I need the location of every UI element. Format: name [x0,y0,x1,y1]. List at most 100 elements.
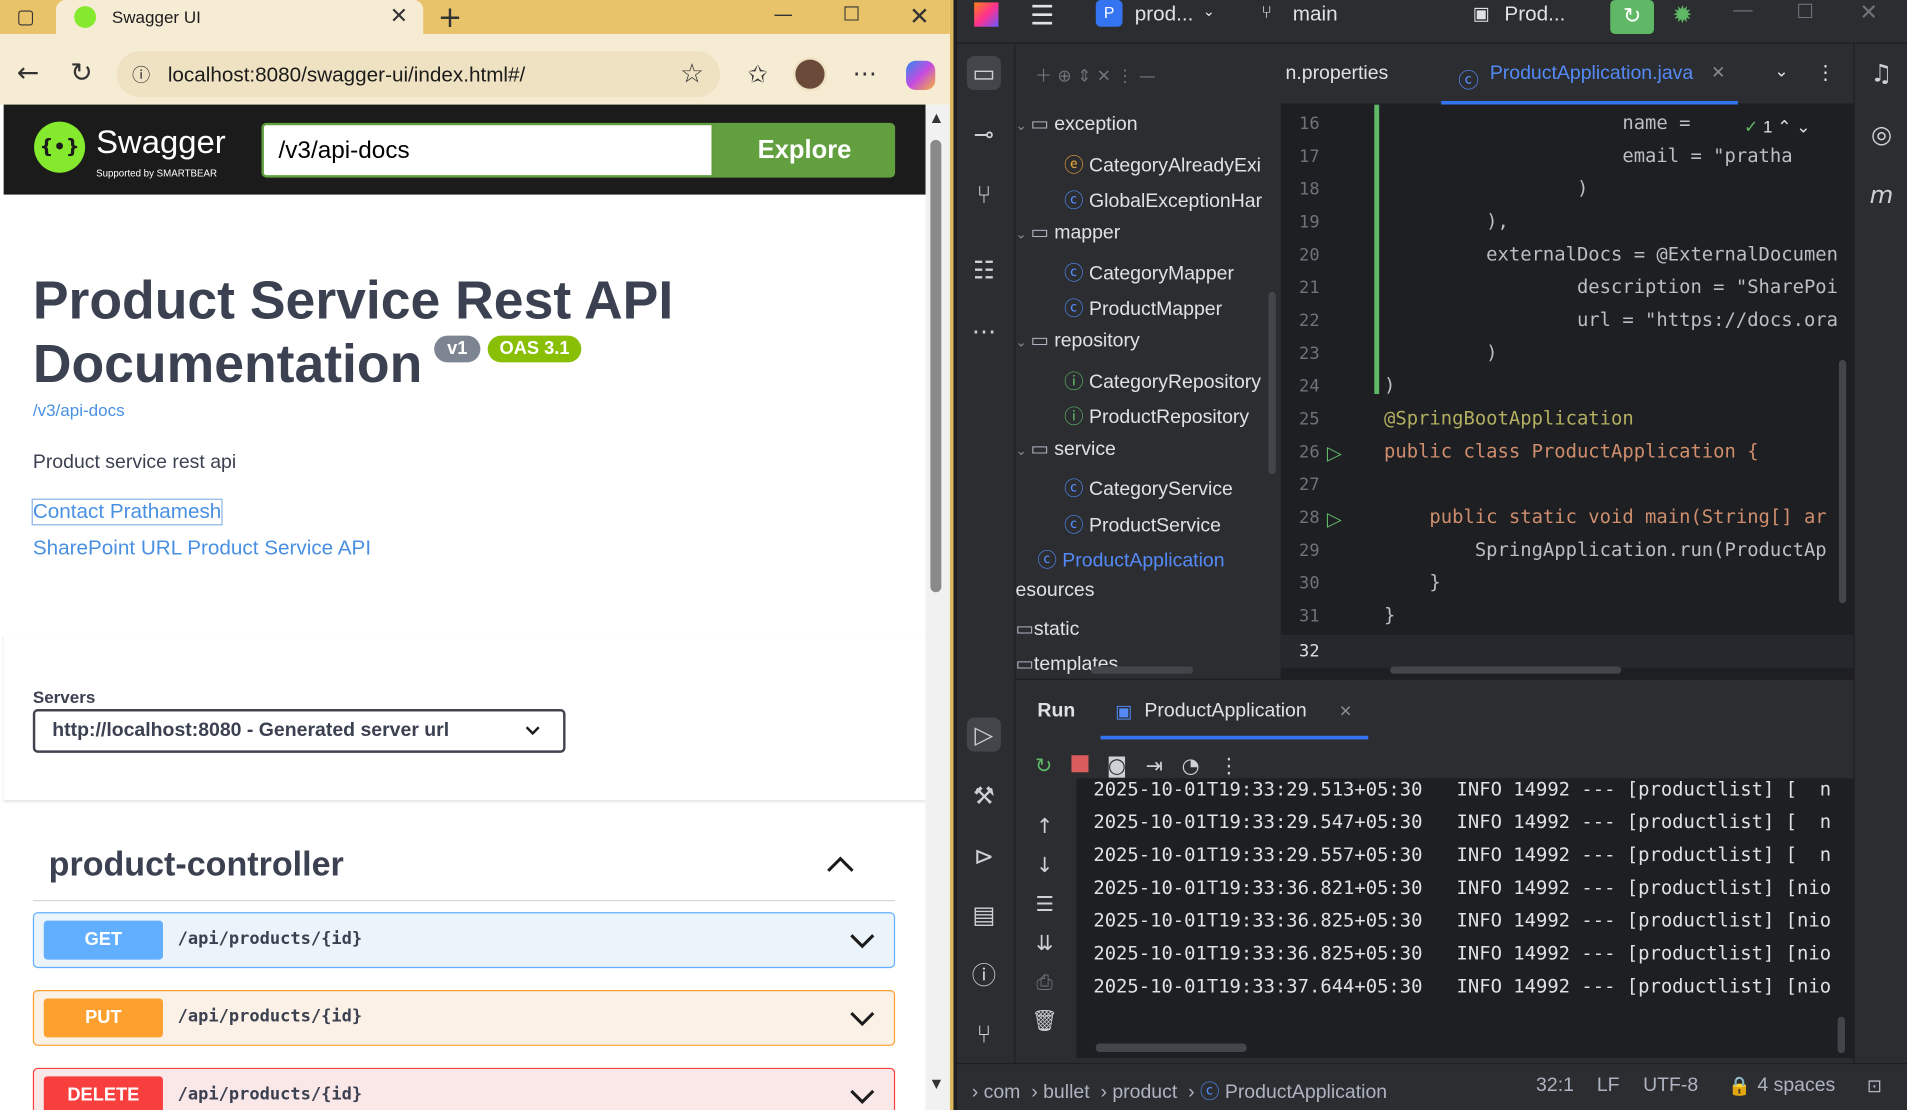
commit-icon[interactable]: ⊸ [967,117,1001,151]
scroll-up-icon[interactable]: ↑ [1030,808,1059,847]
project-folder-icon[interactable]: ▭ [966,55,1001,90]
maven-icon[interactable]: m [1864,178,1898,212]
operation-get[interactable]: GET /api/products/{id} [32,912,896,969]
breadcrumb-item[interactable]: product [1112,1082,1177,1103]
tree-item-productrepository[interactable]: ⓘ ProductRepository [1064,400,1249,429]
scroll-down-icon[interactable]: ↓ [1030,846,1059,885]
controller-title[interactable]: product-controller [49,845,344,884]
close-window-icon[interactable]: ✕ [905,1,934,30]
ide-close-icon[interactable]: ✕ [1860,0,1878,26]
inspection-widget[interactable]: ✓ 1 ⌃ ⌄ [1744,117,1810,138]
scroll-up-icon[interactable]: ▲ [927,112,946,129]
api-docs-link[interactable]: /v3/api-docs [33,400,125,419]
favorite-star-icon[interactable]: ☆ [676,60,708,92]
pull-request-icon[interactable]: ⑂ [967,178,1001,212]
rerun-button[interactable]: ↻ [1610,0,1655,35]
services-icon[interactable]: ⊳ [967,839,1001,873]
tree-item-productmapper[interactable]: ⓒ ProductMapper [1064,292,1222,321]
tree-item-globalexceptionhandler[interactable]: ⓒ GlobalExceptionHar [1064,184,1262,213]
terminal-icon[interactable]: ▤ [967,898,1001,932]
tree-folder-exception[interactable]: ⌄ ▭ exception [1016,112,1138,136]
stop-icon[interactable] [1071,755,1089,773]
project-name[interactable]: prod... [1135,2,1194,26]
debug-icon[interactable]: ✹ [1672,0,1692,29]
trash-icon[interactable]: 🗑 [1030,1002,1059,1041]
scroll-to-end-icon[interactable]: ⇊ [1030,924,1059,963]
tree-folder-repository[interactable]: ⌄ ▭ repository [1016,328,1140,352]
ide-minimize-icon[interactable]: — [1733,0,1752,22]
notifications-bell-icon[interactable]: ♫ [1864,56,1898,90]
tree-scrollbar[interactable] [1268,291,1276,475]
scroll-down-icon[interactable]: ▼ [927,1078,946,1095]
breadcrumb-item[interactable]: bullet [1043,1082,1090,1103]
tree-item-categorymapper[interactable]: ⓒ CategoryMapper [1064,257,1234,286]
branch-name[interactable]: main [1293,2,1338,26]
maximize-icon[interactable]: ☐ [837,2,866,29]
console-vscrollbar[interactable] [1837,1016,1845,1054]
cursor-position[interactable]: 32:1 [1536,1075,1574,1097]
profile-avatar[interactable] [792,57,828,92]
tree-folder-resources[interactable]: esources [1016,580,1095,602]
close-tab-icon[interactable]: ✕ [387,4,411,31]
tree-item-categoryservice[interactable]: ⓒ CategoryService [1064,472,1233,501]
tree-folder-service[interactable]: ⌄ ▭ service [1016,437,1116,461]
editor-tab-active[interactable]: ⓒ ProductApplication.java ✕ [1441,49,1738,105]
camera-icon[interactable]: ◙ [1107,754,1127,778]
chevron-down-icon[interactable]: ⌄ [1203,2,1215,19]
refresh-icon[interactable]: ↻ [66,58,98,90]
chevron-up-icon[interactable] [822,849,858,878]
code-editor[interactable]: 16 17 18 19 20 21 22 23 24 25 26 27 28 29 30 31 32 name … [1280,104,1854,679]
external-docs-link[interactable]: SharePoint URL Product Service API [33,536,371,560]
tree-item-productservice[interactable]: ⓒ ProductService [1064,508,1221,537]
problems-icon[interactable]: ⓘ [967,958,1001,992]
console-hscrollbar[interactable] [1095,1043,1247,1053]
readonly-toggle-icon[interactable]: ⊡ [1867,1075,1882,1097]
editor-vscrollbar[interactable] [1838,359,1847,604]
ide-maximize-icon[interactable]: ☐ [1796,0,1813,24]
close-tab-icon[interactable]: ✕ [1711,63,1725,82]
minimize-icon[interactable]: — [769,2,798,29]
tree-item-productapplication[interactable]: ⓒ ProductApplication [1037,544,1224,573]
operation-delete[interactable]: DELETE /api/products/{id} [32,1067,896,1110]
run-more-icon[interactable]: ⋮ [1218,754,1239,778]
editor-tab-properties[interactable]: n.properties [1286,63,1389,85]
back-arrow-icon[interactable]: ← [12,58,44,90]
tabs-more-icon[interactable]: ⋮ [1816,61,1835,85]
rerun-icon[interactable]: ↻ [1035,754,1052,778]
ai-assistant-icon[interactable]: ◎ [1864,117,1898,151]
tree-item-categoryalreadyexists[interactable]: ⓔ CategoryAlreadyExi [1064,148,1261,177]
contact-link[interactable]: Contact Prathamesh [31,498,223,526]
operation-put[interactable]: PUT /api/products/{id} [32,989,896,1046]
copilot-icon[interactable] [906,60,936,90]
console-output[interactable]: 2025-10-01T19:33:29.513+05:30 INFO 14992… [1076,778,1854,1059]
build-hammer-icon[interactable]: ⚒ [967,778,1001,812]
scrollbar-thumb[interactable] [930,139,942,593]
tree-hscrollbar[interactable] [1090,666,1194,674]
more-options-icon[interactable]: ⋯ [849,58,881,90]
tree-folder-static[interactable]: ▭static [1016,617,1080,641]
structure-icon[interactable]: ☷ [967,253,1001,287]
api-url-input[interactable]: /v3/api-docs [261,122,714,178]
soft-wrap-icon[interactable]: ☰ [1030,885,1059,924]
run-gutter-icon[interactable]: ▷ [1327,507,1342,530]
line-separator[interactable]: LF [1597,1075,1620,1097]
run-gutter-icon[interactable]: ▷ [1327,441,1342,464]
file-encoding[interactable]: UTF-8 [1643,1075,1698,1097]
tree-folder-mapper[interactable]: ⌄ ▭ mapper [1016,220,1121,244]
run-toolwindow-icon[interactable]: ▷ [966,717,1001,752]
new-tab-icon[interactable]: + [435,0,464,34]
tab-actions-icon[interactable]: ▢ [12,5,39,29]
breadcrumb-item[interactable]: ProductApplication [1225,1082,1387,1103]
hamburger-menu-icon[interactable]: ☰ [1030,0,1054,32]
site-info-icon[interactable]: ⓘ [129,62,153,86]
restore-layout-icon[interactable]: ⇥ [1146,754,1163,778]
tabs-dropdown-icon[interactable]: ⌄ [1774,61,1788,82]
run-config-tab[interactable]: ▣ ProductApplication ✕ [1100,688,1369,740]
tree-item-categoryrepository[interactable]: ⓘ CategoryRepository [1064,365,1261,394]
print-icon[interactable]: ⎙ [1030,963,1059,1002]
server-select[interactable]: http://localhost:8080 - Generated server… [32,709,566,753]
indent-setting[interactable]: 4 spaces [1757,1075,1835,1097]
more-tools-icon[interactable]: ⋯ [967,314,1001,348]
editor-hscrollbar[interactable] [1390,666,1622,674]
favorites-icon[interactable]: ✩ [742,60,774,92]
